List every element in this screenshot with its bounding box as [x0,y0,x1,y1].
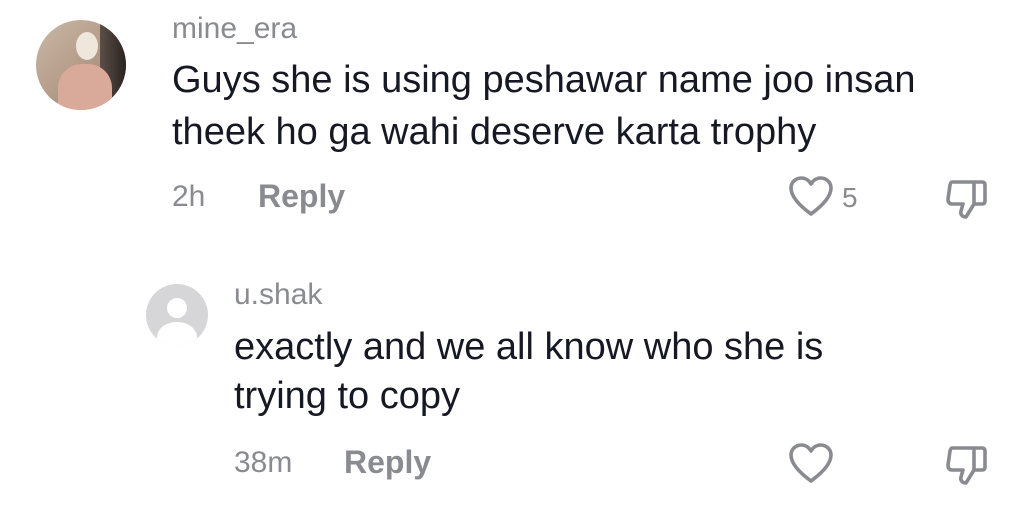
heart-outline-icon[interactable] [788,442,834,486]
thumbs-down-icon[interactable] [944,442,990,488]
comment-timestamp: 38m [234,446,293,479]
default-avatar-head [167,298,187,318]
reply-button[interactable]: Reply [344,444,431,480]
comment-text-line-2: trying to copy [234,375,460,417]
heart-outline-icon[interactable] [788,175,834,219]
user-avatar[interactable] [36,20,126,110]
thumbs-down-icon[interactable] [944,176,990,222]
default-avatar[interactable] [146,284,208,346]
comment-text-line-2: theek ho ga wahi deserve karta trophy [172,111,817,153]
comment-text-line-1: Guys she is using peshawar name joo insa… [172,59,916,101]
comment-text-line-1: exactly and we all know who she is [234,326,824,368]
avatar-photo-head [76,32,98,60]
comment-username[interactable]: u.shak [234,278,322,312]
comment-timestamp: 2h [172,180,206,213]
avatar-photo-body [58,64,112,110]
comments-section: mine_era Guys she is using peshawar name… [0,0,1024,510]
comment-username[interactable]: mine_era [172,12,297,46]
like-count: 5 [842,182,858,213]
default-avatar-body [157,322,197,346]
reply-button[interactable]: Reply [258,178,345,214]
